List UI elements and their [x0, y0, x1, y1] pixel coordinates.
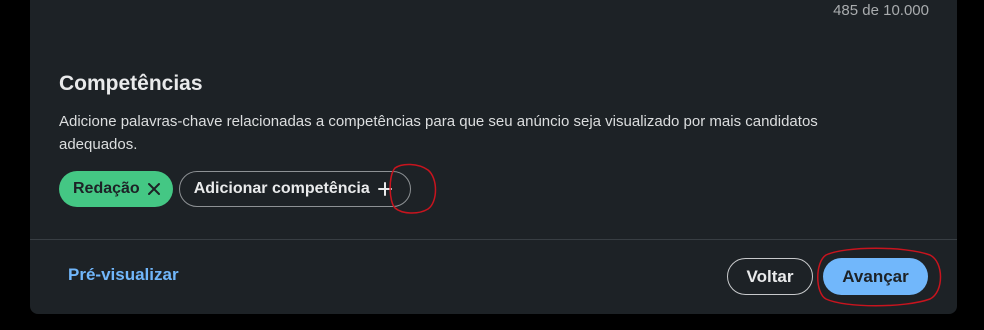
- add-skill-label: Adicionar competência: [193, 180, 370, 197]
- character-counter: 485 de 10.000: [833, 2, 929, 19]
- close-icon[interactable]: [147, 182, 161, 196]
- next-button[interactable]: Avançar: [823, 258, 928, 295]
- plus-icon: [377, 182, 392, 196]
- job-post-card: 485 de 10.000 Competências Adicione pala…: [30, 0, 957, 314]
- skill-chip-redacao[interactable]: Redação: [59, 171, 173, 207]
- skills-section-description: Adicione palavras-chave relacionadas a c…: [59, 113, 818, 153]
- skills-section-title: Competências: [59, 72, 203, 95]
- page: 485 de 10.000 Competências Adicione pala…: [0, 0, 984, 330]
- add-skill-button[interactable]: Adicionar competência: [178, 171, 411, 207]
- skills-chip-list: Redação Adicionar competência: [59, 171, 411, 207]
- skill-chip-label: Redação: [73, 180, 140, 197]
- footer-divider: [30, 239, 957, 240]
- preview-link[interactable]: Pré-visualizar: [68, 265, 179, 285]
- back-button[interactable]: Voltar: [727, 258, 813, 295]
